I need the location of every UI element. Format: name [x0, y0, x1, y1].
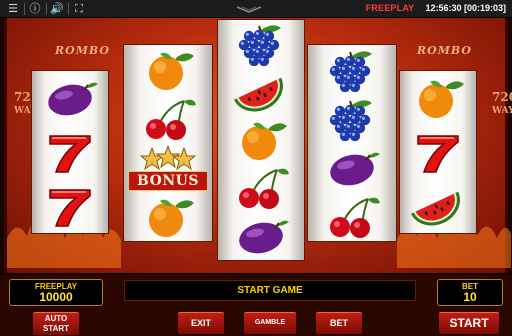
orange-symbol	[218, 116, 304, 164]
reel-4	[307, 44, 397, 242]
orange-icon	[242, 122, 287, 160]
fullscreen-icon[interactable]: ⛶	[72, 2, 86, 16]
cherries-icon	[330, 197, 380, 238]
grapes-icon	[329, 99, 372, 141]
divider	[68, 3, 69, 15]
reel-1	[31, 70, 109, 234]
watermelon-icon	[411, 191, 460, 226]
grapes-icon	[238, 25, 281, 66]
seven-icon	[417, 135, 459, 173]
control-panel: FREEPLAY 10000 START GAME BET 10 AUTO ST…	[0, 273, 512, 336]
ways-badge-right: 720 WAYS	[492, 90, 512, 117]
orange-icon	[419, 80, 464, 118]
watermelon-icon	[234, 77, 283, 112]
watermelon-symbol	[218, 68, 304, 116]
freeplay-status: FREEPLAY	[365, 3, 415, 13]
orange-symbol	[124, 192, 212, 241]
game-field: ROMBO ROMBO 720 WAYS 720 WAYS BONUS	[4, 18, 512, 273]
cherries-icon	[239, 168, 289, 209]
orange-icon	[149, 199, 194, 237]
message-display: START GAME	[124, 280, 416, 301]
bonus-symbol: BONUS	[124, 143, 212, 192]
grapes-symbol	[308, 45, 396, 94]
plum-icon	[239, 220, 289, 254]
cherries-symbol	[218, 164, 304, 212]
seven-icon	[49, 189, 91, 227]
top-status-bar: ☰ ⓘ 🔊 ⛶ FREEPLAY 12:56:30 [00:19:03]	[0, 0, 512, 18]
ways-badge-left: 720 WAYS	[14, 90, 43, 117]
plum-symbol	[218, 212, 304, 260]
grapes-symbol	[218, 20, 304, 68]
reel-5	[399, 70, 477, 234]
menu-pulldown-icon[interactable]	[234, 6, 264, 14]
divider	[46, 3, 47, 15]
ways-number: 720	[14, 90, 40, 104]
orange-symbol	[124, 45, 212, 94]
plum-symbol	[32, 71, 108, 125]
cherries-icon	[146, 99, 196, 140]
hamburger-icon[interactable]: ☰	[6, 2, 20, 16]
ways-word: WAYS	[492, 106, 512, 116]
grapes-icon	[329, 50, 372, 92]
seven-symbol	[400, 125, 476, 179]
auto-start-label-2: START	[42, 324, 70, 333]
grapes-symbol	[308, 94, 396, 143]
auto-start-label-1: AUTO	[44, 314, 68, 323]
ways-word: WAYS	[14, 106, 43, 116]
seven-icon	[49, 135, 91, 173]
plum-symbol	[308, 143, 396, 192]
bet-value: 10	[463, 290, 477, 304]
rombo-logo-right: ROMBO	[417, 44, 472, 57]
gamble-button[interactable]: GAMBLE	[243, 311, 297, 335]
clock: 12:56:30 [00:19:03]	[425, 3, 506, 13]
exit-button[interactable]: EXIT	[177, 311, 225, 335]
plum-icon	[48, 82, 98, 116]
balance-value: 10000	[39, 290, 73, 304]
cherries-symbol	[308, 192, 396, 241]
reel-2: BONUS	[123, 44, 213, 242]
plum-icon	[330, 152, 380, 185]
bet-display: BET 10	[437, 279, 503, 306]
orange-icon	[149, 52, 194, 90]
start-button[interactable]: START	[438, 311, 500, 335]
bonus-label: BONUS	[128, 171, 208, 191]
divider	[24, 3, 25, 15]
rombo-logo-left: ROMBO	[55, 44, 110, 57]
seven-symbol	[32, 125, 108, 179]
watermelon-symbol	[400, 179, 476, 233]
seven-symbol	[32, 179, 108, 233]
reel-3	[217, 19, 305, 261]
balance-display: FREEPLAY 10000	[9, 279, 103, 306]
orange-symbol	[400, 71, 476, 125]
cherries-symbol	[124, 94, 212, 143]
auto-start-button[interactable]: AUTO START	[32, 311, 80, 336]
sound-icon[interactable]: 🔊	[50, 2, 64, 16]
ways-number: 720	[492, 90, 512, 104]
info-icon[interactable]: ⓘ	[28, 2, 42, 16]
bet-button[interactable]: BET	[315, 311, 363, 335]
